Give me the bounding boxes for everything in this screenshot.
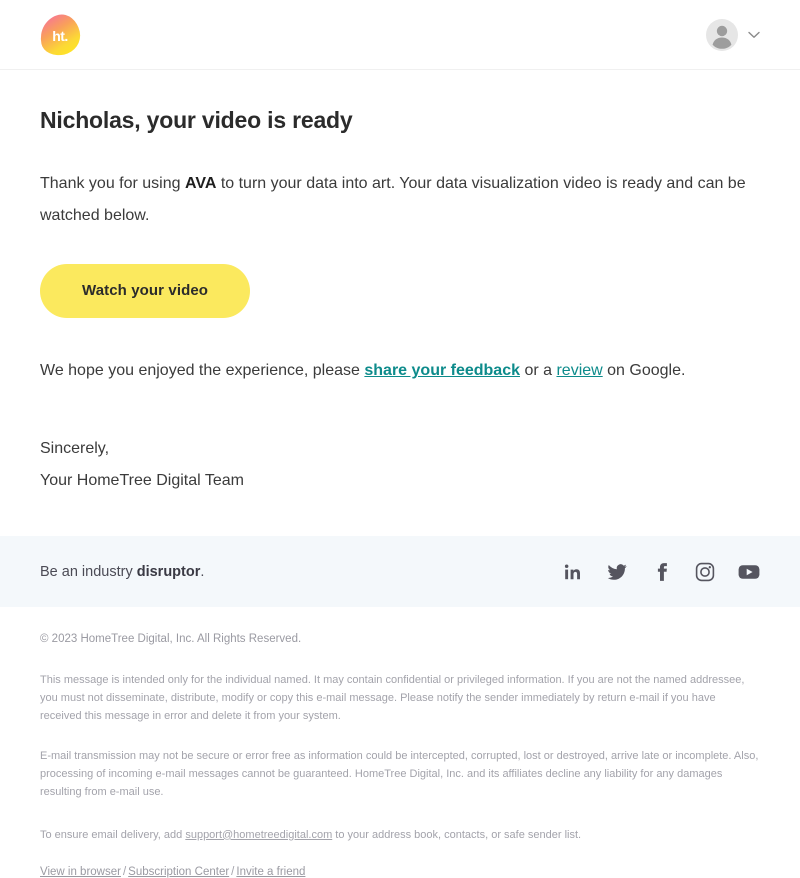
- intro-paragraph: Thank you for using AVA to turn your dat…: [40, 168, 760, 232]
- share-feedback-link[interactable]: share your feedback: [364, 362, 520, 379]
- subscription-center-link[interactable]: Subscription Center: [128, 866, 229, 878]
- view-in-browser-link[interactable]: View in browser: [40, 866, 121, 878]
- footer-link-separator-1: /: [122, 865, 127, 878]
- feedback-text-after: on Google.: [602, 361, 686, 379]
- deliverability-note: To ensure email delivery, add support@ho…: [40, 826, 760, 844]
- copyright-text: © 2023 HomeTree Digital, Inc. All Rights…: [40, 633, 302, 646]
- signoff-line-1: Sincerely,: [40, 440, 110, 458]
- hometree-logo[interactable]: ht.: [36, 10, 84, 59]
- tagline-band: Be an industry disruptor.: [0, 536, 800, 608]
- feedback-text-middle: or a: [520, 361, 557, 379]
- logo-text: ht.: [52, 27, 68, 44]
- feedback-text-before: We hope you enjoyed the experience, plea…: [40, 361, 365, 379]
- tagline-text-after: .: [200, 563, 205, 580]
- signoff-block: Sincerely, Your HomeTree Digital Team: [40, 433, 760, 497]
- intro-text-before: Thank you for using: [40, 174, 185, 192]
- user-avatar-icon[interactable]: [706, 18, 738, 51]
- tagline-text-before: Be an industry: [40, 563, 137, 580]
- twitter-icon[interactable]: [606, 561, 628, 583]
- instagram-icon[interactable]: [694, 561, 716, 583]
- watch-your-video-button[interactable]: Watch your video: [40, 263, 251, 318]
- chevron-down-icon[interactable]: [748, 26, 760, 44]
- social-links: [562, 561, 760, 583]
- invite-a-friend-link[interactable]: Invite a friend: [236, 866, 305, 878]
- tagline-text: Be an industry disruptor.: [40, 564, 204, 580]
- youtube-icon[interactable]: [738, 561, 760, 583]
- signoff-line-2: Your HomeTree Digital Team: [40, 472, 244, 490]
- review-link[interactable]: review: [556, 362, 602, 379]
- support-email-link[interactable]: support@hometreedigital.com: [185, 829, 332, 841]
- linkedin-icon[interactable]: [562, 561, 584, 583]
- deliverability-text-after: to your address book, contacts, or safe …: [332, 828, 582, 841]
- tagline-emphasis: disruptor: [136, 563, 201, 580]
- email-body: Nicholas, your video is ready Thank you …: [0, 70, 800, 497]
- legal-footer: © 2023 HomeTree Digital, Inc. All Rights…: [0, 607, 800, 877]
- legal-paragraph-2: E-mail transmission may not be secure or…: [40, 750, 759, 799]
- page-header: ht.: [0, 0, 800, 70]
- footer-links: View in browser / Subscription Center / Invi…: [40, 866, 760, 878]
- legal-paragraph-1: This message is intended only for the in…: [40, 673, 745, 723]
- product-name: AVA: [184, 174, 217, 192]
- facebook-icon[interactable]: [650, 561, 672, 583]
- feedback-paragraph: We hope you enjoyed the experience, plea…: [40, 358, 760, 384]
- deliverability-text-before: To ensure email delivery, add: [40, 828, 186, 841]
- footer-link-separator-2: /: [231, 865, 235, 878]
- account-menu[interactable]: [706, 18, 760, 51]
- page-title: Nicholas, your video is ready: [40, 107, 353, 133]
